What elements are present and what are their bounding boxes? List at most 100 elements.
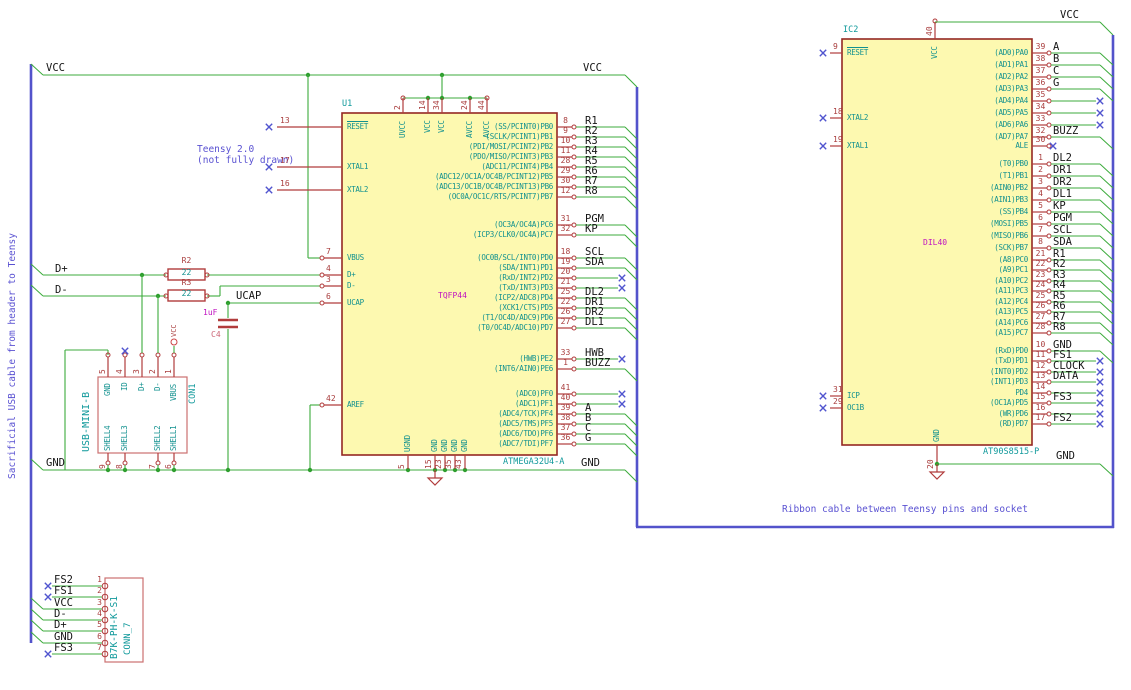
net-label-vcc-right-u1[interactable]: VCC <box>583 62 602 74</box>
ic2-net-label-b[interactable]: B <box>1053 53 1059 65</box>
con1-ref[interactable]: CON1 <box>188 384 198 404</box>
u1-pin-number: 22 <box>560 297 571 306</box>
ic2-net-label-kp[interactable]: KP <box>1053 200 1066 212</box>
vcc-power-symbol-label: VCC <box>170 324 178 337</box>
u1-net-label-buzz[interactable]: BUZZ <box>585 357 610 369</box>
net-label-gnd-ic2[interactable]: GND <box>1056 450 1075 462</box>
ic2-net-label-buzz[interactable]: BUZZ <box>1053 125 1078 137</box>
ic2-pin-number: 21 <box>1035 249 1046 258</box>
ic2-net-label-dr1[interactable]: DR1 <box>1053 164 1072 176</box>
u1-net-label-r8[interactable]: R8 <box>585 185 598 197</box>
conn7-pin-number: 2 <box>97 586 102 595</box>
ic2-net-label-a[interactable]: A <box>1053 41 1059 53</box>
u1-net-label-sda[interactable]: SDA <box>585 256 604 268</box>
ic2-net-label-dr2[interactable]: DR2 <box>1053 176 1072 188</box>
schematic-canvas: Teensy 2.0 (not fully drawn) Ribbon cabl… <box>0 0 1131 690</box>
u1-pin-number: 30 <box>560 176 571 185</box>
con1-pin-number: 1 <box>164 369 173 374</box>
net-label-dminus[interactable]: D- <box>55 284 68 296</box>
u1-pin-number: 37 <box>560 423 571 432</box>
ic2-net-label-dl1[interactable]: DL1 <box>1053 188 1072 200</box>
u1-net-label-dl1[interactable]: DL1 <box>585 316 604 328</box>
ic2-pin-name: (A15)PC7 <box>994 328 1028 337</box>
r2-value: 22 <box>181 268 192 277</box>
u1-pin-number: 43 <box>454 459 463 469</box>
ic2-ref[interactable]: IC2 <box>843 25 858 35</box>
ic2-pin-name: (MISO)PB6 <box>990 231 1028 240</box>
u1-pin-number: 32 <box>560 224 571 233</box>
r2-ref[interactable]: R2 <box>168 256 205 266</box>
u1-pin-number: 28 <box>560 156 571 165</box>
u1-pin-name: XTAL2 <box>347 185 369 194</box>
u1-pin-name: (PDO/MISO/PCINT3)PB3 <box>468 152 554 161</box>
ic2-net-label-fs2[interactable]: FS2 <box>1053 412 1072 424</box>
u1-pin-name: (TxD/INT3)PD3 <box>498 283 553 292</box>
u1-pin-name: (T0/OC4D/ADC10)PD7 <box>477 323 553 332</box>
u1-pin-name: AVCC <box>465 120 474 138</box>
ic2-net-label-sda[interactable]: SDA <box>1053 236 1072 248</box>
u1-pin-name: (ICP3/CLK0/OC4A)PC7 <box>472 230 553 239</box>
net-label-gnd-right-u1[interactable]: GND <box>581 457 600 469</box>
u1-pin-name: (T1/OC4D/ADC9)PD6 <box>481 313 553 322</box>
ic2-pin-name: (MOSI)PB5 <box>990 219 1028 228</box>
u1-net-label-g[interactable]: G <box>585 432 591 444</box>
ic2-pin-name: (AIN1)PB3 <box>990 195 1028 204</box>
u1-pin-name: (HWB)PE2 <box>519 354 553 363</box>
ic2-pin-number: 27 <box>1035 312 1046 321</box>
ic2-pin-name: (A14)PC6 <box>994 318 1028 327</box>
conn7-ref[interactable]: CONN_7 <box>123 622 134 655</box>
net-label-vcc-ic2[interactable]: VCC <box>1060 9 1079 21</box>
u1-pin-name: D- <box>347 281 356 290</box>
con1-pin-number: 4 <box>115 369 124 374</box>
u1-pin-number: 18 <box>560 247 571 256</box>
ic2-pin-number: 12 <box>1035 361 1046 370</box>
ic2-pin-name: (A12)PC4 <box>994 297 1028 306</box>
u1-pin-number: 33 <box>560 348 571 357</box>
con1-pin-name: ID <box>120 382 129 392</box>
ic2-net-label-g[interactable]: G <box>1053 77 1059 89</box>
u1-ref[interactable]: U1 <box>342 99 352 109</box>
u1-pin-name: (ADC4/TCK)PF4 <box>498 409 553 418</box>
ic2-pin-name: RESET <box>847 48 869 57</box>
ic2-net-label-scl[interactable]: SCL <box>1053 224 1072 236</box>
ic2-pin-name: (AIN0)PB2 <box>990 183 1028 192</box>
r3-ref[interactable]: R3 <box>168 278 205 288</box>
ic2-net-label-dl2[interactable]: DL2 <box>1053 152 1072 164</box>
u1-net-label-kp[interactable]: KP <box>585 223 598 235</box>
net-label-gnd-left[interactable]: GND <box>46 457 65 469</box>
ic2-net-label-r8[interactable]: R8 <box>1053 321 1066 333</box>
u1-pin-name: UGND <box>403 435 412 452</box>
ic2-pin-name: (A13)PC5 <box>994 307 1028 316</box>
ic2-net-label-c[interactable]: C <box>1053 65 1059 77</box>
ic2-pin-number: 40 <box>925 26 934 36</box>
ic2-pin-name: (A11)PC3 <box>994 286 1028 295</box>
u1-pin-name: GND <box>450 439 459 452</box>
c4-ref[interactable]: C4 <box>211 330 221 340</box>
ic2-pin-name: (INT0)PD2 <box>990 367 1028 376</box>
con1-pin-name: VBUS <box>169 383 178 401</box>
net-label-vcc-left[interactable]: VCC <box>46 62 65 74</box>
ic2-pin-name: (AD0)PA0 <box>994 48 1028 57</box>
con1-pin-number: 2 <box>148 369 157 374</box>
conn7-net-label-fs1[interactable]: FS1 <box>54 585 73 597</box>
ic2-net-label-data[interactable]: DATA <box>1053 370 1078 382</box>
ic2-net-label-pgm[interactable]: PGM <box>1053 212 1072 224</box>
ic2-part: AT90S8515-P <box>983 447 1040 457</box>
ic2-pin-number: 4 <box>1038 189 1043 198</box>
u1-pin-number: 12 <box>560 186 571 195</box>
u1-pin-name: AREF <box>347 400 364 409</box>
ic2-net-label-fs3[interactable]: FS3 <box>1053 391 1072 403</box>
con1-pin-number: 5 <box>98 369 107 374</box>
u1-pin-number: 36 <box>560 433 571 442</box>
ic2-pin-name: (SS)PB4 <box>998 207 1028 216</box>
u1-pin-number: 29 <box>560 166 571 175</box>
ic2-pin-name: (A8)PC0 <box>998 255 1028 264</box>
u1-pin-name: (RxD/INT2)PD2 <box>498 273 553 282</box>
conn7-net-label-d+[interactable]: D+ <box>54 619 67 631</box>
u1-pin-name: (OC0B/SCL/INT0)PD0 <box>477 253 553 262</box>
net-label-dplus[interactable]: D+ <box>55 263 68 275</box>
net-label-ucap[interactable]: UCAP <box>236 290 261 302</box>
conn7-net-label-fs3[interactable]: FS3 <box>54 642 73 654</box>
note-teensy-line1: Teensy 2.0 <box>197 144 255 155</box>
ic2-pin-number: 8 <box>1038 237 1043 246</box>
